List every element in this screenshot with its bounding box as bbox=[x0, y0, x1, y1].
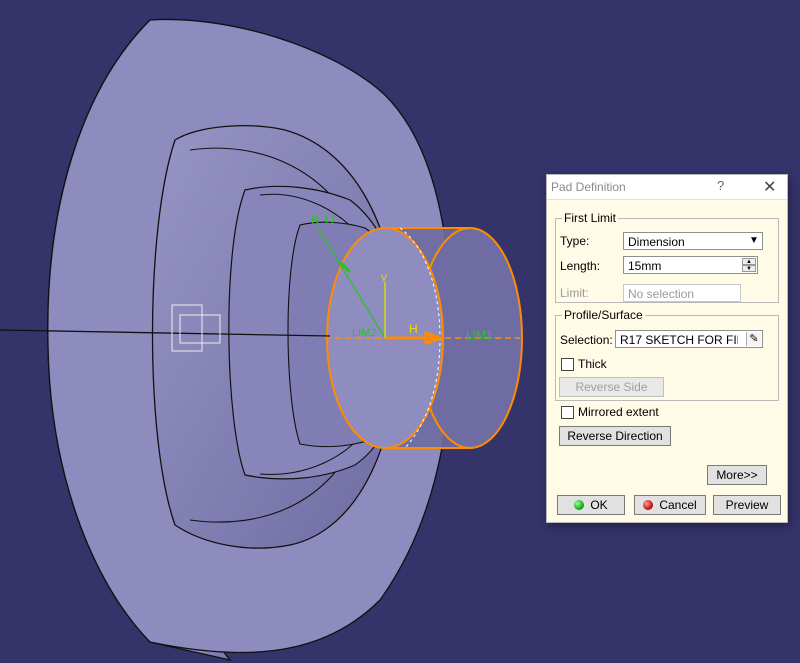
mirrored-extent-label: Mirrored extent bbox=[578, 405, 659, 419]
radius-label: R 17 bbox=[311, 213, 337, 227]
dialog-title: Pad Definition bbox=[551, 180, 626, 194]
cancel-label: Cancel bbox=[659, 498, 697, 512]
length-field[interactable]: 15mm ▲ ▼ bbox=[623, 256, 758, 274]
selection-value: R17 SKETCH FOR FIFTH bbox=[620, 333, 738, 347]
length-label: Length: bbox=[560, 259, 601, 273]
first-limit-legend: First Limit bbox=[562, 211, 618, 225]
ok-icon bbox=[574, 500, 585, 510]
preview-button[interactable]: Preview bbox=[713, 495, 781, 515]
h-axis-label: H bbox=[409, 322, 418, 336]
pad-definition-dialog: Pad Definition ? ✕ First Limit Type: Dim… bbox=[546, 174, 788, 523]
selection-label: Selection: bbox=[560, 333, 613, 347]
lim2-label: LIM2 bbox=[352, 327, 376, 339]
close-icon[interactable]: ✕ bbox=[763, 177, 776, 197]
type-combo[interactable]: Dimension ▼ bbox=[623, 232, 763, 250]
thick-checkbox[interactable] bbox=[561, 358, 574, 371]
dialog-titlebar[interactable]: Pad Definition ? ✕ bbox=[547, 175, 787, 200]
lim1-label: LIM1 bbox=[466, 328, 493, 342]
selection-field[interactable]: R17 SKETCH FOR FIFTH ✎ bbox=[615, 330, 763, 348]
cancel-icon bbox=[643, 500, 654, 510]
chevron-down-icon[interactable]: ▼ bbox=[746, 233, 762, 249]
edit-sketch-icon[interactable]: ✎ bbox=[746, 332, 761, 346]
mirrored-extent-checkbox[interactable] bbox=[561, 406, 574, 419]
reverse-direction-button[interactable]: Reverse Direction bbox=[559, 426, 671, 446]
profile-surface-legend: Profile/Surface bbox=[562, 308, 645, 322]
reverse-side-button[interactable]: Reverse Side bbox=[559, 377, 664, 397]
length-value: 15mm bbox=[628, 259, 662, 273]
limit-label: Limit: bbox=[560, 286, 589, 300]
thick-label: Thick bbox=[578, 357, 607, 371]
limit-field[interactable]: No selection bbox=[623, 284, 741, 302]
limit-value: No selection bbox=[628, 287, 695, 301]
length-stepper[interactable]: ▲ ▼ bbox=[742, 258, 756, 272]
more-button[interactable]: More>> bbox=[707, 465, 767, 485]
help-icon[interactable]: ? bbox=[717, 178, 724, 193]
cancel-button[interactable]: Cancel bbox=[634, 495, 706, 515]
v-axis-label: V bbox=[381, 273, 387, 283]
ok-label: OK bbox=[590, 498, 608, 512]
type-value: Dimension bbox=[628, 235, 685, 249]
ok-button[interactable]: OK bbox=[557, 495, 625, 515]
type-label: Type: bbox=[560, 234, 590, 248]
